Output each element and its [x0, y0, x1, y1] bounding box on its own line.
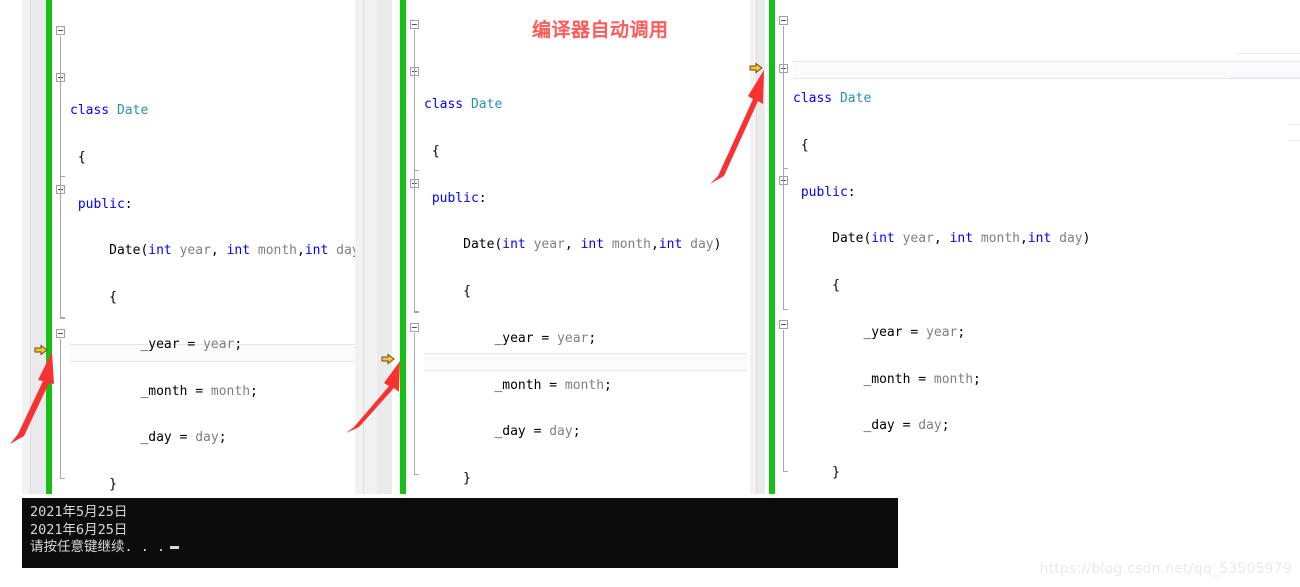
saved-changes-bar	[769, 0, 775, 494]
code-line: _year = year;	[70, 336, 243, 352]
collapse-box-icon[interactable]	[779, 16, 788, 25]
code-line: {	[424, 143, 440, 159]
collapse-box-icon[interactable]	[410, 20, 419, 29]
code-line: {	[70, 290, 117, 306]
code-line: Date(int year, int month,int day)	[70, 243, 367, 259]
outline-rule	[783, 330, 788, 472]
console-line-with-cursor: 请按任意键继续. . .	[22, 539, 898, 557]
outline-rule	[783, 26, 788, 310]
red-pointer-arrow-icon	[10, 352, 54, 444]
red-pointer-arrow-icon	[710, 70, 764, 184]
collapse-box-icon[interactable]	[779, 320, 788, 329]
code-line: _year = year;	[793, 324, 966, 340]
annotation-text: 编译器自动调用	[532, 19, 669, 41]
outline-rule	[60, 36, 65, 318]
code-line: class Date	[70, 102, 149, 118]
red-pointer-arrow-icon	[346, 361, 400, 433]
code-line: _month = month;	[424, 377, 612, 393]
collapse-box-icon[interactable]	[56, 26, 65, 35]
faint-separator	[1236, 53, 1300, 54]
code-line: }	[70, 477, 117, 493]
code-folding-column[interactable]	[56, 0, 70, 494]
code-line: _day = day;	[424, 424, 581, 440]
code-panel-right[interactable]: class Date { public: Date(int year, int …	[747, 0, 1300, 494]
code-line: public:	[800, 184, 856, 200]
watermark-url: https://blog.csdn.net/qq_53505979	[1039, 561, 1292, 577]
console-line: 2021年6月25日	[30, 521, 128, 538]
code-folding-column[interactable]	[410, 0, 424, 494]
code-line: class Date	[424, 96, 503, 112]
faint-separator	[1230, 77, 1300, 78]
current-line-highlight	[793, 61, 1300, 79]
current-line-highlight	[424, 353, 747, 371]
code-line: {	[793, 137, 809, 153]
outline-rule	[414, 30, 419, 312]
code-line: _day = day;	[793, 418, 950, 434]
collapse-box-icon[interactable]	[56, 329, 65, 338]
console-output-window[interactable]: 2021年5月25日 2021年6月25日 请按任意键继续. . .	[22, 498, 898, 568]
console-cursor	[170, 546, 180, 549]
code-line: public:	[77, 196, 133, 212]
outline-rule	[414, 333, 419, 475]
code-line: public:	[431, 190, 487, 206]
code-folding-column[interactable]	[779, 0, 793, 494]
faint-separator	[1290, 124, 1300, 125]
code-line: {	[70, 149, 86, 165]
console-line: 2021年5月25日	[30, 504, 128, 520]
code-line: {	[793, 278, 840, 294]
code-line: {	[424, 284, 471, 300]
code-panel-middle[interactable]: class Date { public: Date(int year, int …	[392, 0, 747, 494]
code-line: }	[793, 465, 840, 481]
code-line: _year = year;	[424, 330, 597, 346]
code-line: }	[424, 471, 471, 487]
code-line: class Date	[793, 90, 872, 106]
code-line: _month = month;	[793, 371, 981, 387]
code-text-middle[interactable]: class Date { public: Date(int year, int …	[424, 0, 747, 494]
code-panel-left[interactable]: class Date { public: Date(int year, int …	[0, 0, 392, 494]
console-prompt-text: 请按任意键继续. . .	[30, 539, 166, 555]
outline-rule	[60, 339, 65, 479]
collapse-box-icon[interactable]	[410, 323, 419, 332]
code-line: Date(int year, int month,int day)	[793, 231, 1091, 247]
code-text-right[interactable]: class Date { public: Date(int year, int …	[793, 0, 1300, 494]
faint-separator	[1290, 140, 1300, 141]
code-line: Date(int year, int month,int day)	[424, 237, 722, 253]
